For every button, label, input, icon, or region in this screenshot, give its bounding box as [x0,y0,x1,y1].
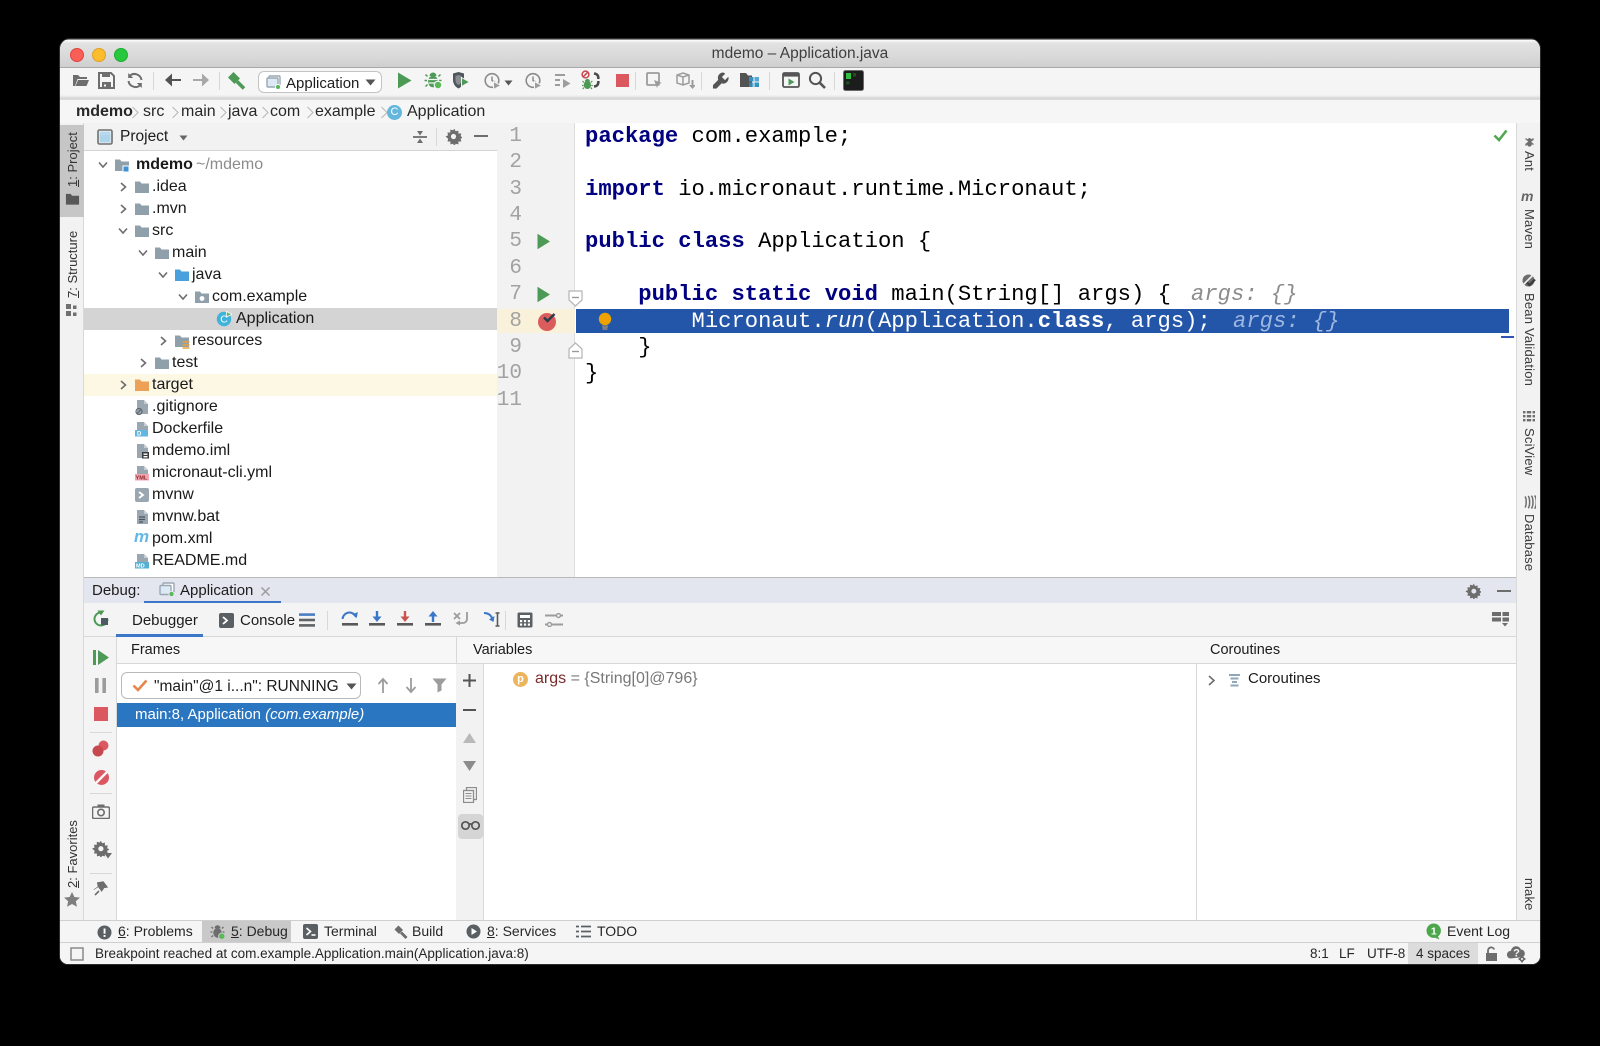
svg-text:D: D [137,432,142,438]
svg-text:?: ? [1513,948,1520,960]
svg-text:MD: MD [136,564,145,569]
svg-text:YML: YML [136,476,148,481]
svg-text:1: 1 [1431,926,1437,938]
